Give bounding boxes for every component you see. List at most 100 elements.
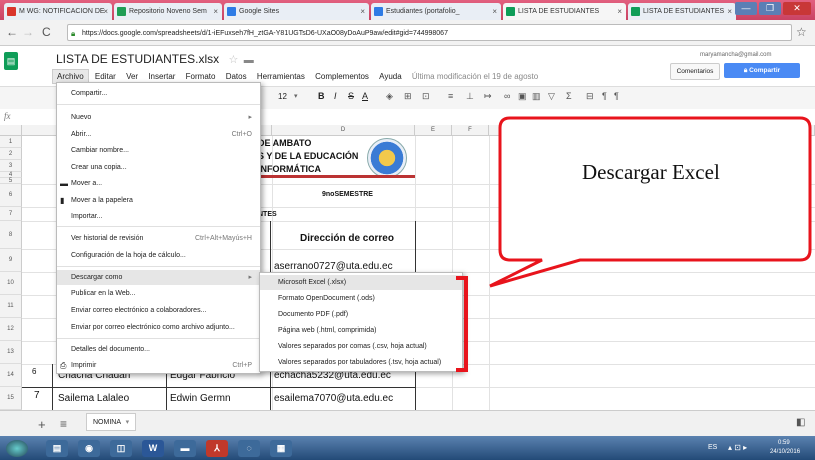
start-button[interactable] <box>6 440 28 457</box>
menu-item-xlsx[interactable]: Microsoft Excel (.xlsx) <box>260 275 462 290</box>
close-icon[interactable]: × <box>213 3 218 20</box>
merge-cells-icon[interactable]: ⊡ <box>422 91 430 102</box>
minimize-button[interactable]: — <box>735 2 757 15</box>
corner-cell[interactable] <box>0 125 22 136</box>
chevron-down-icon[interactable]: ▾ <box>294 92 298 100</box>
menu-herramientas[interactable]: Herramientas <box>253 70 309 83</box>
menu-item-pdf[interactable]: Documento PDF (.pdf) <box>260 307 462 322</box>
close-icon[interactable]: × <box>617 3 622 20</box>
header-university[interactable]: DE AMBATO <box>258 138 311 148</box>
menu-complementos[interactable]: Complementos <box>311 70 373 83</box>
header-faculty[interactable]: S Y DE LA EDUCACIÓN <box>258 151 358 161</box>
bold-icon[interactable]: B <box>318 91 325 101</box>
menu-item-move-to[interactable]: ▬ Mover a... <box>57 176 260 191</box>
menu-item-document-details[interactable]: Detalles del documento... <box>57 342 260 357</box>
align-vertical-icon[interactable]: ⊥ <box>466 91 474 102</box>
maximize-button[interactable]: ❐ <box>759 2 781 15</box>
student-number-cell[interactable]: 6 <box>32 367 36 376</box>
filter-icon[interactable]: ▽ <box>548 91 555 102</box>
add-sheet-button[interactable]: + <box>38 417 46 432</box>
browser-tab-lista-2[interactable]: LISTA DE ESTUDIANTES × <box>628 3 736 20</box>
menu-item-make-copy[interactable]: Crear una copia... <box>57 160 260 175</box>
explore-icon[interactable]: ◧ <box>796 417 805 428</box>
row-header[interactable]: 15 <box>0 387 22 410</box>
reload-icon[interactable]: C <box>42 25 51 39</box>
email-header-cell[interactable]: Dirección de correo <box>300 233 394 244</box>
column-header-e[interactable]: E <box>415 125 452 136</box>
browser-tab-estudiantes[interactable]: Estudiantes (portafolio_ × <box>371 3 501 20</box>
back-icon[interactable]: ← <box>6 25 18 39</box>
row-header[interactable]: 9 <box>0 249 22 272</box>
app-taskbar-icon[interactable]: ◫ <box>110 440 132 457</box>
menu-item-rename[interactable]: Cambiar nombre... <box>57 143 260 158</box>
row-header[interactable]: 7 <box>0 207 22 221</box>
row-header[interactable]: 6 <box>0 184 22 207</box>
text-wrap-icon[interactable]: ↦ <box>484 91 492 102</box>
sheets-logo-icon[interactable]: ▤ <box>4 52 18 70</box>
input-tools-icon[interactable]: ⊟ <box>586 91 594 102</box>
comments-button[interactable]: Comentarios <box>670 63 720 80</box>
folder-icon[interactable]: ▬ <box>244 55 254 66</box>
paragraph-rtl-icon[interactable]: ¶ <box>614 91 619 101</box>
close-icon[interactable]: × <box>103 3 108 20</box>
text-color-icon[interactable]: A <box>362 91 368 101</box>
close-icon[interactable]: × <box>360 3 365 20</box>
user-email[interactable]: maryamancha@gmail.com <box>700 52 771 58</box>
student-number-cell[interactable]: 7 <box>34 390 40 401</box>
chrome-taskbar-icon[interactable]: ◉ <box>78 440 100 457</box>
italic-icon[interactable]: I <box>334 91 337 101</box>
browser-tab-sites[interactable]: Google Sites × <box>224 3 369 20</box>
menu-item-email-collaborators[interactable]: Enviar correo electrónico a colaboradore… <box>57 303 260 318</box>
menu-item-csv[interactable]: Valores separados por comas (.csv, hoja … <box>260 339 462 354</box>
email-cell[interactable]: esailema7070@uta.edu.ec <box>274 393 393 404</box>
forward-icon[interactable]: → <box>22 25 34 39</box>
menu-item-print[interactable]: ⎙ Imprimir Ctrl+P <box>57 358 260 373</box>
row-header[interactable]: 11 <box>0 295 22 318</box>
paragraph-ltr-icon[interactable]: ¶ <box>602 91 607 101</box>
word-taskbar-icon[interactable]: W <box>142 440 164 457</box>
semester-cell[interactable]: 9noSEMESTRE <box>322 191 373 198</box>
student-surname-cell[interactable]: Sailema Lalaleo <box>58 393 129 404</box>
row-header[interactable]: 13 <box>0 341 22 364</box>
fill-color-icon[interactable]: ◈ <box>386 91 393 102</box>
sheet-tab-nomina[interactable]: NOMINA ▾ <box>86 413 136 431</box>
clock-date[interactable]: 24/10/2016 <box>770 449 800 455</box>
comment-icon[interactable]: ▣ <box>518 91 527 102</box>
menu-item-download-as[interactable]: Descargar como ▸ <box>57 270 260 285</box>
last-edit-text[interactable]: Última modificación el 19 de agosto <box>408 70 542 83</box>
row-header[interactable]: 2 <box>0 148 22 160</box>
menu-item-email-attachment[interactable]: Enviar por correo electrónico como archi… <box>57 320 260 335</box>
close-icon[interactable]: × <box>727 3 732 20</box>
strikethrough-icon[interactable]: S <box>348 91 354 101</box>
menu-item-new[interactable]: Nuevo ▸ <box>57 110 260 125</box>
menu-item-tsv[interactable]: Valores separados por tabuladores (.tsv,… <box>260 355 462 370</box>
browser-tab-repositorio[interactable]: Repositorio Noveno Sem × <box>114 3 222 20</box>
share-button[interactable]: 🔒︎ Compartir <box>724 63 800 78</box>
row-header[interactable]: 3 <box>0 160 22 172</box>
url-field[interactable]: 🔒︎ https://docs.google.com/spreadsheets/… <box>67 24 792 41</box>
student-name-cell[interactable]: Edwin Germn <box>170 393 231 404</box>
menu-item-import[interactable]: Importar... <box>57 209 260 224</box>
row-header[interactable]: 12 <box>0 318 22 341</box>
browser-tab-gmail[interactable]: M WG: NOTIFICACION DE × <box>4 3 112 20</box>
column-header-d[interactable]: D <box>272 125 415 136</box>
language-indicator[interactable]: ES <box>708 444 717 451</box>
app-taskbar-icon[interactable]: ◌ <box>238 440 260 457</box>
file-explorer-taskbar-icon[interactable]: ▤ <box>46 440 68 457</box>
menu-item-ods[interactable]: Formato OpenDocument (.ods) <box>260 291 462 306</box>
font-size-select[interactable]: 12 <box>278 92 287 101</box>
close-icon[interactable]: × <box>492 3 497 20</box>
align-horizontal-icon[interactable]: ≡ <box>448 91 453 101</box>
header-career[interactable]: INFORMÁTICA <box>258 164 321 174</box>
pdf-taskbar-icon[interactable]: ⅄ <box>206 440 228 457</box>
chart-icon[interactable]: ▥ <box>532 91 541 102</box>
menu-item-settings[interactable]: Configuración de la hoja de cálculo... <box>57 248 260 263</box>
window-close-button[interactable]: ✕ <box>783 2 811 15</box>
row-header[interactable]: 8 <box>0 221 22 249</box>
clock-time[interactable]: 0:59 <box>778 440 790 446</box>
menu-ayuda[interactable]: Ayuda <box>375 70 406 83</box>
menu-item-revision-history[interactable]: Ver historial de revisión Ctrl+Alt+Mayús+… <box>57 231 260 246</box>
tray-icons[interactable]: ▴ ⊡ ▸ <box>728 443 747 452</box>
chevron-down-icon[interactable]: ▾ <box>126 419 130 426</box>
star-icon[interactable]: ☆ <box>229 54 239 66</box>
